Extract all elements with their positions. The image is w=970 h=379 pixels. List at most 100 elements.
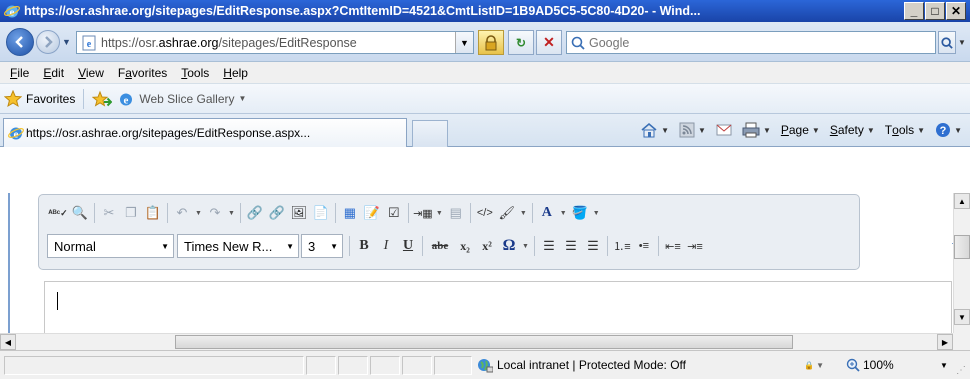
align-right-icon[interactable]: ☰ [582, 235, 604, 257]
undo-icon[interactable]: ↶ [171, 202, 193, 224]
find-icon[interactable]: 🔍 [69, 202, 91, 224]
scroll-down-icon[interactable]: ▼ [954, 309, 970, 325]
new-tab-button[interactable] [412, 120, 448, 147]
search-box[interactable] [566, 31, 936, 54]
security-lock-button[interactable] [478, 30, 504, 55]
special-character-dropdown-icon[interactable]: ▼ [522, 243, 529, 250]
text-color-dropdown-icon[interactable]: ▼ [560, 210, 567, 217]
rich-text-editor[interactable] [44, 281, 952, 341]
insert-asset-icon[interactable]: 📄 [310, 202, 332, 224]
magnifier-icon [941, 36, 953, 49]
address-url[interactable]: https://osr.ashrae.org/sitepages/EditRes… [101, 36, 437, 50]
address-bar[interactable]: e https://osr.ashrae.org/sitepages/EditR… [76, 31, 474, 54]
stop-button[interactable]: ✕ [536, 30, 562, 55]
page-menu[interactable]: Page ▼ [777, 123, 824, 137]
redo-icon[interactable]: ↷ [204, 202, 226, 224]
text-color-icon[interactable]: A [536, 202, 558, 224]
underline-button[interactable]: U [397, 235, 419, 257]
cut-icon[interactable]: ✂ [98, 202, 120, 224]
redo-dropdown-icon[interactable]: ▼ [228, 210, 235, 217]
menu-view[interactable]: View [71, 66, 111, 80]
tools-menu[interactable]: To ols ▼ [881, 123, 929, 137]
strikethrough-button[interactable]: abe [426, 235, 454, 257]
special-character-button[interactable]: Ω [498, 235, 520, 257]
menu-edit[interactable]: Edit [36, 66, 71, 80]
menu-tools[interactable]: Tools [174, 66, 216, 80]
font-select[interactable]: Times New R... ▼ [177, 234, 299, 258]
menu-favorites[interactable]: Favorites [111, 66, 174, 80]
vertical-scroll-thumb[interactable] [954, 235, 970, 259]
zoom-level[interactable]: 100% [846, 355, 894, 375]
menu-help[interactable]: Help [216, 66, 255, 80]
toolbar-row-1: ᴬᴮᶜ✓ 🔍 ✂ ❐ 📋 ↶ ▼ ↷ ▼ 🔗 🔗 🖼 📄 ▦ 📝 ☑ ⇥▦ ▼ ▤ <… [47, 199, 602, 227]
remove-link-icon[interactable]: 🔗 [266, 202, 288, 224]
bold-button[interactable]: B [353, 235, 375, 257]
chevron-down-icon: ▼ [330, 241, 338, 251]
command-bar: ▼ ▼ ▼ Page ▼ Safety ▼ To ols ▼ ? ▼ [636, 122, 966, 138]
maximize-button[interactable]: □ [925, 2, 945, 20]
style-select[interactable]: Normal ▼ [47, 234, 174, 258]
undo-dropdown-icon[interactable]: ▼ [195, 210, 202, 217]
edit-source-icon[interactable]: </> [474, 202, 496, 224]
paste-icon[interactable]: 📋 [142, 202, 164, 224]
subscript-button[interactable]: x₂ [454, 235, 476, 257]
bullet-list-icon[interactable]: •≡ [633, 235, 655, 257]
read-mail-button[interactable] [712, 123, 736, 137]
favorites-button[interactable]: Favorites [4, 89, 75, 108]
insert-table-icon[interactable]: ▦ [339, 202, 361, 224]
refresh-button[interactable]: ↻ [508, 30, 534, 55]
back-button[interactable] [6, 28, 34, 56]
zoom-dropdown-icon[interactable]: ▼ [940, 361, 948, 370]
minimize-button[interactable]: _ [904, 2, 924, 20]
scroll-up-icon[interactable]: ▲ [954, 193, 970, 209]
insert-column-dropdown-icon[interactable]: ▼ [436, 210, 443, 217]
merge-cells-icon[interactable]: ▤ [445, 202, 467, 224]
clear-format-icon[interactable]: 🖌 [496, 202, 518, 224]
history-dropdown-icon[interactable]: ▼ [62, 37, 71, 47]
numbered-list-icon[interactable]: ⒈≡ [611, 235, 633, 257]
align-center-icon[interactable]: ☰ [560, 235, 582, 257]
highlight-color-dropdown-icon[interactable]: ▼ [593, 210, 600, 217]
add-favorite-icon[interactable] [92, 90, 113, 108]
protected-mode-icon[interactable]: 🔒 ▼ [804, 355, 824, 375]
svg-text:e: e [87, 39, 92, 50]
search-options-dropdown-icon[interactable]: ▼ [956, 31, 968, 54]
forward-button[interactable] [36, 30, 60, 54]
close-button[interactable]: ✕ [946, 2, 966, 20]
tab-active[interactable]: e https://osr.ashrae.org/sitepages/EditR… [3, 118, 407, 147]
help-button[interactable]: ? ▼ [931, 122, 966, 138]
resize-grip-icon[interactable]: ⋰ [956, 365, 966, 376]
address-dropdown-icon[interactable]: ▼ [455, 32, 473, 53]
horizontal-scrollbar[interactable]: ◀ ▶ [0, 333, 953, 350]
horizontal-scroll-thumb[interactable] [175, 335, 793, 349]
clear-format-dropdown-icon[interactable]: ▼ [520, 210, 527, 217]
web-slice-gallery[interactable]: e Web Slice Gallery ▼ [118, 91, 246, 107]
vertical-scrollbar[interactable]: ▲ ▼ [953, 193, 970, 333]
mail-icon [716, 124, 732, 136]
home-button[interactable]: ▼ [636, 122, 673, 138]
feeds-button[interactable]: ▼ [675, 122, 710, 138]
insert-column-icon[interactable]: ⇥▦ [412, 202, 434, 224]
insert-image-icon[interactable]: 🖼 [288, 202, 310, 224]
decrease-indent-icon[interactable]: ⇤≡ [662, 235, 684, 257]
superscript-button[interactable]: x² [476, 235, 498, 257]
back-arrow-icon [15, 36, 23, 48]
edit-table-icon[interactable]: 📝 [361, 202, 383, 224]
print-button[interactable]: ▼ [738, 122, 775, 138]
search-go-button[interactable] [938, 31, 956, 54]
scroll-right-icon[interactable]: ▶ [937, 334, 953, 350]
search-input[interactable] [589, 35, 889, 50]
insert-link-icon[interactable]: 🔗 [244, 202, 266, 224]
scroll-left-icon[interactable]: ◀ [0, 334, 16, 350]
security-zone[interactable]: Local intranet | Protected Mode: Off [477, 355, 686, 375]
italic-button[interactable]: I [375, 235, 397, 257]
spellcheck-icon[interactable]: ᴬᴮᶜ✓ [47, 202, 69, 224]
safety-menu[interactable]: Safety ▼ [826, 123, 879, 137]
menu-file[interactable]: File [3, 66, 36, 80]
table-properties-icon[interactable]: ☑ [383, 202, 405, 224]
highlight-color-icon[interactable]: 🪣 [569, 202, 591, 224]
size-select[interactable]: 3 ▼ [301, 234, 343, 258]
align-left-icon[interactable]: ☰ [538, 235, 560, 257]
copy-icon[interactable]: ❐ [120, 202, 142, 224]
increase-indent-icon[interactable]: ⇥≡ [684, 235, 706, 257]
